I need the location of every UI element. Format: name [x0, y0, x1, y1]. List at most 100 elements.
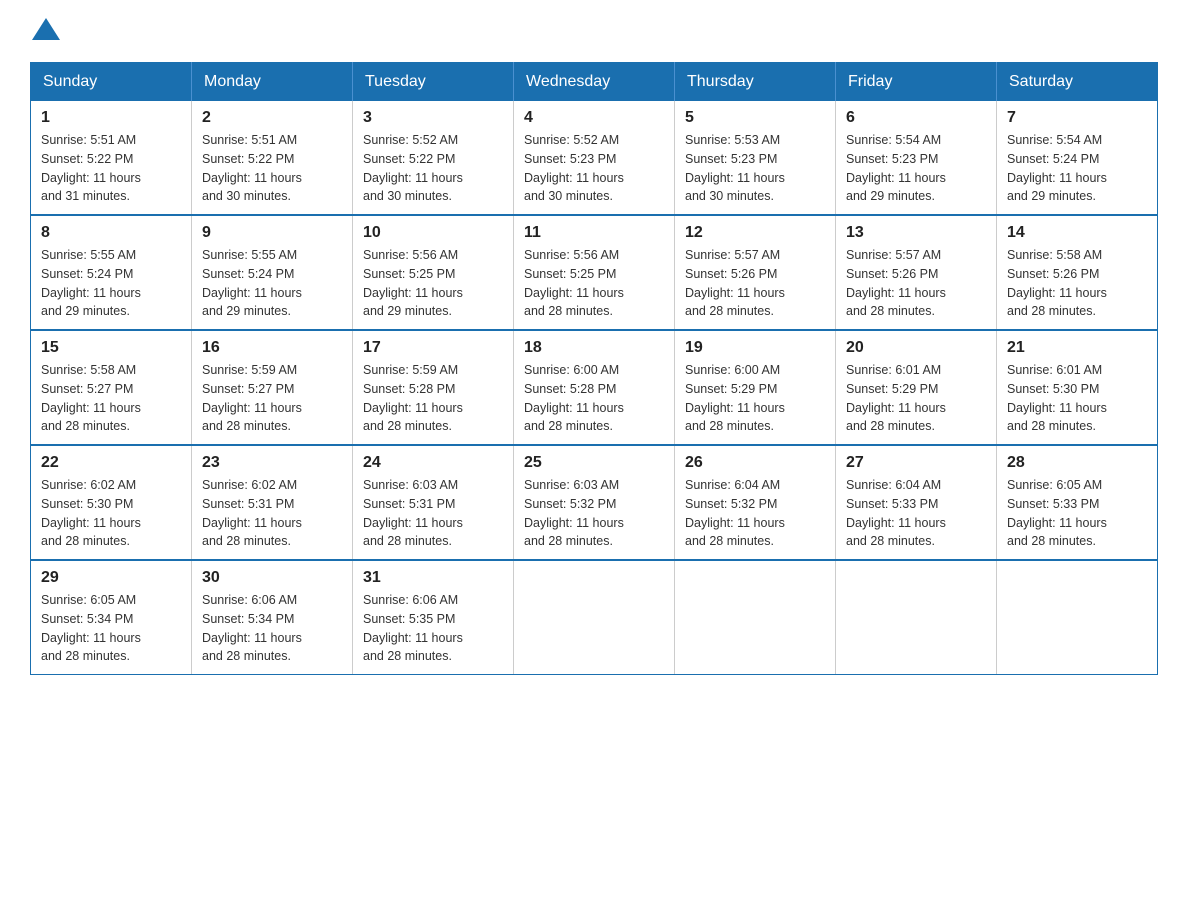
- day-number: 23: [202, 454, 342, 472]
- day-number: 18: [524, 339, 664, 357]
- day-info: Sunrise: 6:02 AMSunset: 5:31 PMDaylight:…: [202, 476, 342, 551]
- calendar-header-row: SundayMondayTuesdayWednesdayThursdayFrid…: [31, 63, 1158, 102]
- day-number: 26: [685, 454, 825, 472]
- calendar-cell: 6 Sunrise: 5:54 AMSunset: 5:23 PMDayligh…: [836, 101, 997, 215]
- day-number: 20: [846, 339, 986, 357]
- day-number: 29: [41, 569, 181, 587]
- calendar-cell: 5 Sunrise: 5:53 AMSunset: 5:23 PMDayligh…: [675, 101, 836, 215]
- calendar-cell: 9 Sunrise: 5:55 AMSunset: 5:24 PMDayligh…: [192, 215, 353, 330]
- day-info: Sunrise: 6:05 AMSunset: 5:33 PMDaylight:…: [1007, 476, 1147, 551]
- day-number: 19: [685, 339, 825, 357]
- calendar-cell: 24 Sunrise: 6:03 AMSunset: 5:31 PMDaylig…: [353, 445, 514, 560]
- day-info: Sunrise: 5:57 AMSunset: 5:26 PMDaylight:…: [685, 246, 825, 321]
- day-number: 24: [363, 454, 503, 472]
- calendar-cell: 21 Sunrise: 6:01 AMSunset: 5:30 PMDaylig…: [997, 330, 1158, 445]
- calendar-cell: 31 Sunrise: 6:06 AMSunset: 5:35 PMDaylig…: [353, 560, 514, 675]
- day-number: 30: [202, 569, 342, 587]
- day-number: 2: [202, 109, 342, 127]
- day-header-saturday: Saturday: [997, 63, 1158, 102]
- day-header-wednesday: Wednesday: [514, 63, 675, 102]
- calendar-cell: 17 Sunrise: 5:59 AMSunset: 5:28 PMDaylig…: [353, 330, 514, 445]
- calendar-cell: 1 Sunrise: 5:51 AMSunset: 5:22 PMDayligh…: [31, 101, 192, 215]
- day-number: 27: [846, 454, 986, 472]
- day-info: Sunrise: 5:54 AMSunset: 5:23 PMDaylight:…: [846, 131, 986, 206]
- day-number: 17: [363, 339, 503, 357]
- day-info: Sunrise: 5:53 AMSunset: 5:23 PMDaylight:…: [685, 131, 825, 206]
- calendar-cell: 26 Sunrise: 6:04 AMSunset: 5:32 PMDaylig…: [675, 445, 836, 560]
- calendar-cell: 27 Sunrise: 6:04 AMSunset: 5:33 PMDaylig…: [836, 445, 997, 560]
- day-number: 31: [363, 569, 503, 587]
- calendar-cell: 14 Sunrise: 5:58 AMSunset: 5:26 PMDaylig…: [997, 215, 1158, 330]
- calendar-cell: 4 Sunrise: 5:52 AMSunset: 5:23 PMDayligh…: [514, 101, 675, 215]
- day-header-sunday: Sunday: [31, 63, 192, 102]
- day-info: Sunrise: 5:59 AMSunset: 5:27 PMDaylight:…: [202, 361, 342, 436]
- day-header-monday: Monday: [192, 63, 353, 102]
- day-info: Sunrise: 6:04 AMSunset: 5:33 PMDaylight:…: [846, 476, 986, 551]
- day-header-tuesday: Tuesday: [353, 63, 514, 102]
- day-info: Sunrise: 5:51 AMSunset: 5:22 PMDaylight:…: [202, 131, 342, 206]
- day-number: 9: [202, 224, 342, 242]
- day-info: Sunrise: 5:55 AMSunset: 5:24 PMDaylight:…: [202, 246, 342, 321]
- day-info: Sunrise: 6:06 AMSunset: 5:34 PMDaylight:…: [202, 591, 342, 666]
- day-number: 25: [524, 454, 664, 472]
- calendar-week-row: 1 Sunrise: 5:51 AMSunset: 5:22 PMDayligh…: [31, 101, 1158, 215]
- logo-triangle-icon: [32, 18, 60, 40]
- calendar-cell: 29 Sunrise: 6:05 AMSunset: 5:34 PMDaylig…: [31, 560, 192, 675]
- day-number: 14: [1007, 224, 1147, 242]
- day-number: 13: [846, 224, 986, 242]
- day-info: Sunrise: 5:52 AMSunset: 5:23 PMDaylight:…: [524, 131, 664, 206]
- calendar-cell: 22 Sunrise: 6:02 AMSunset: 5:30 PMDaylig…: [31, 445, 192, 560]
- calendar-cell: 15 Sunrise: 5:58 AMSunset: 5:27 PMDaylig…: [31, 330, 192, 445]
- day-number: 8: [41, 224, 181, 242]
- day-number: 16: [202, 339, 342, 357]
- day-number: 7: [1007, 109, 1147, 127]
- day-number: 22: [41, 454, 181, 472]
- day-number: 21: [1007, 339, 1147, 357]
- calendar-cell: 30 Sunrise: 6:06 AMSunset: 5:34 PMDaylig…: [192, 560, 353, 675]
- day-number: 1: [41, 109, 181, 127]
- calendar-cell: [514, 560, 675, 675]
- day-info: Sunrise: 5:55 AMSunset: 5:24 PMDaylight:…: [41, 246, 181, 321]
- page-header: [30, 20, 1158, 42]
- day-header-friday: Friday: [836, 63, 997, 102]
- day-info: Sunrise: 6:05 AMSunset: 5:34 PMDaylight:…: [41, 591, 181, 666]
- day-info: Sunrise: 5:58 AMSunset: 5:26 PMDaylight:…: [1007, 246, 1147, 321]
- day-info: Sunrise: 5:52 AMSunset: 5:22 PMDaylight:…: [363, 131, 503, 206]
- calendar-cell: 2 Sunrise: 5:51 AMSunset: 5:22 PMDayligh…: [192, 101, 353, 215]
- calendar-cell: 16 Sunrise: 5:59 AMSunset: 5:27 PMDaylig…: [192, 330, 353, 445]
- calendar-cell: [997, 560, 1158, 675]
- day-number: 3: [363, 109, 503, 127]
- day-info: Sunrise: 6:02 AMSunset: 5:30 PMDaylight:…: [41, 476, 181, 551]
- logo: [30, 20, 60, 42]
- calendar-cell: [836, 560, 997, 675]
- day-info: Sunrise: 6:03 AMSunset: 5:31 PMDaylight:…: [363, 476, 503, 551]
- calendar-cell: 3 Sunrise: 5:52 AMSunset: 5:22 PMDayligh…: [353, 101, 514, 215]
- calendar-week-row: 29 Sunrise: 6:05 AMSunset: 5:34 PMDaylig…: [31, 560, 1158, 675]
- day-info: Sunrise: 5:59 AMSunset: 5:28 PMDaylight:…: [363, 361, 503, 436]
- day-info: Sunrise: 6:04 AMSunset: 5:32 PMDaylight:…: [685, 476, 825, 551]
- calendar-cell: 8 Sunrise: 5:55 AMSunset: 5:24 PMDayligh…: [31, 215, 192, 330]
- calendar-cell: 7 Sunrise: 5:54 AMSunset: 5:24 PMDayligh…: [997, 101, 1158, 215]
- calendar-cell: 18 Sunrise: 6:00 AMSunset: 5:28 PMDaylig…: [514, 330, 675, 445]
- calendar-table: SundayMondayTuesdayWednesdayThursdayFrid…: [30, 62, 1158, 675]
- day-number: 10: [363, 224, 503, 242]
- day-number: 6: [846, 109, 986, 127]
- day-info: Sunrise: 6:06 AMSunset: 5:35 PMDaylight:…: [363, 591, 503, 666]
- calendar-week-row: 22 Sunrise: 6:02 AMSunset: 5:30 PMDaylig…: [31, 445, 1158, 560]
- day-info: Sunrise: 5:58 AMSunset: 5:27 PMDaylight:…: [41, 361, 181, 436]
- calendar-cell: 28 Sunrise: 6:05 AMSunset: 5:33 PMDaylig…: [997, 445, 1158, 560]
- calendar-cell: 10 Sunrise: 5:56 AMSunset: 5:25 PMDaylig…: [353, 215, 514, 330]
- day-number: 12: [685, 224, 825, 242]
- calendar-cell: 13 Sunrise: 5:57 AMSunset: 5:26 PMDaylig…: [836, 215, 997, 330]
- day-info: Sunrise: 5:57 AMSunset: 5:26 PMDaylight:…: [846, 246, 986, 321]
- calendar-cell: 25 Sunrise: 6:03 AMSunset: 5:32 PMDaylig…: [514, 445, 675, 560]
- day-info: Sunrise: 6:00 AMSunset: 5:28 PMDaylight:…: [524, 361, 664, 436]
- day-info: Sunrise: 5:54 AMSunset: 5:24 PMDaylight:…: [1007, 131, 1147, 206]
- day-info: Sunrise: 6:00 AMSunset: 5:29 PMDaylight:…: [685, 361, 825, 436]
- day-number: 5: [685, 109, 825, 127]
- day-info: Sunrise: 6:01 AMSunset: 5:30 PMDaylight:…: [1007, 361, 1147, 436]
- calendar-cell: 20 Sunrise: 6:01 AMSunset: 5:29 PMDaylig…: [836, 330, 997, 445]
- day-number: 28: [1007, 454, 1147, 472]
- day-info: Sunrise: 5:56 AMSunset: 5:25 PMDaylight:…: [363, 246, 503, 321]
- day-info: Sunrise: 5:51 AMSunset: 5:22 PMDaylight:…: [41, 131, 181, 206]
